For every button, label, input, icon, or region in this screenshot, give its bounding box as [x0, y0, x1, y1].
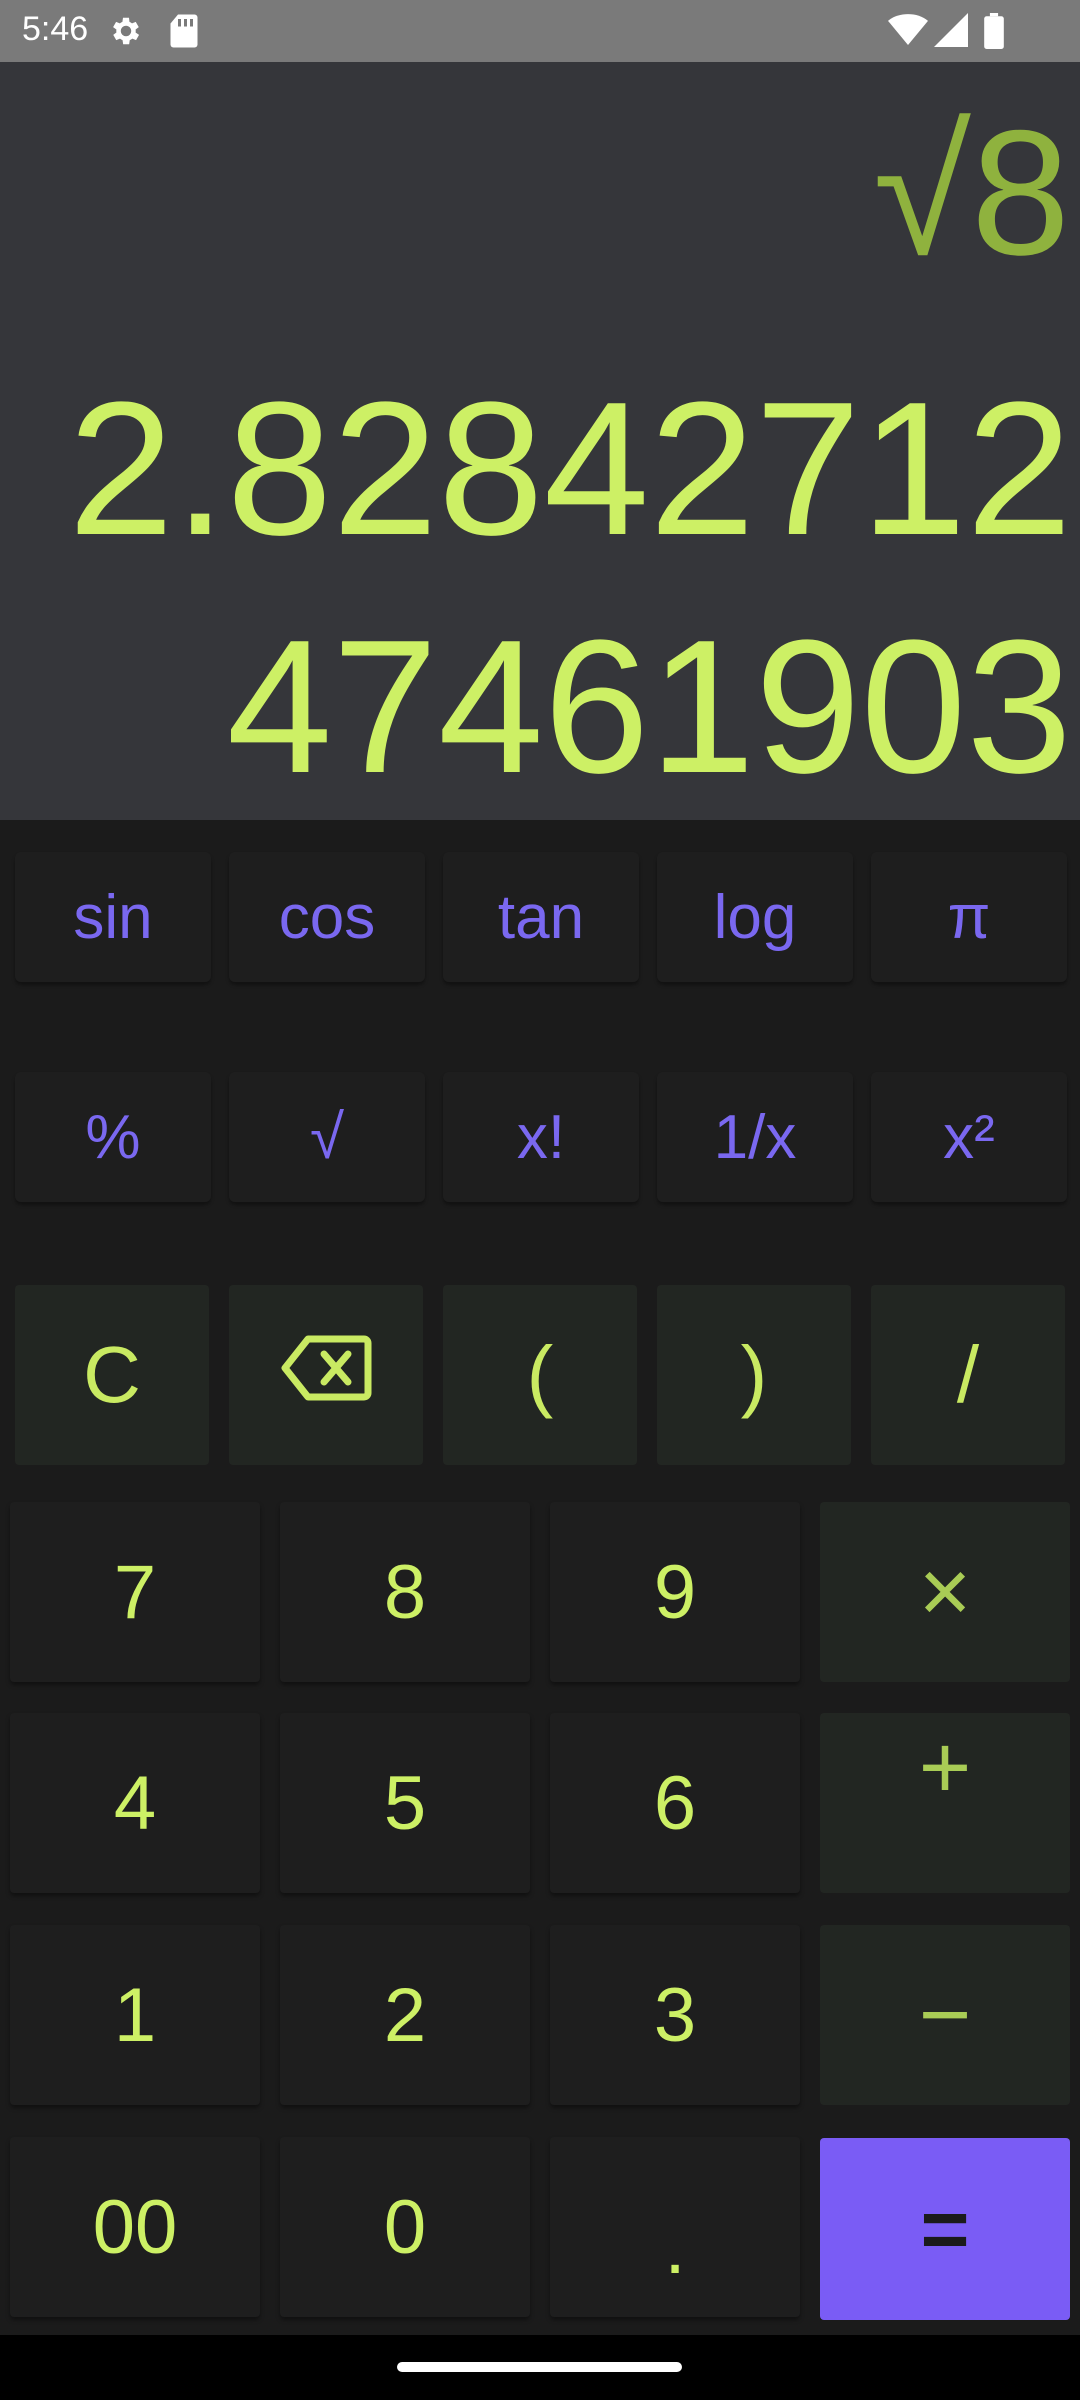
digit-1-button[interactable]: 1 — [10, 1925, 260, 2105]
subtract-button[interactable]: − — [820, 1925, 1070, 2105]
reciprocal-button[interactable]: 1/x — [657, 1072, 853, 1202]
calculator-display: √8 2.8284271247461903 — [0, 62, 1080, 820]
result-text: 2.8284271247461903 — [68, 363, 1072, 813]
cell-signal-icon — [934, 13, 968, 52]
cos-button[interactable]: cos — [229, 852, 425, 982]
close-paren-button[interactable]: ) — [657, 1285, 851, 1465]
wifi-icon — [888, 13, 928, 52]
square-button[interactable]: x² — [871, 1072, 1067, 1202]
sin-button[interactable]: sin — [15, 852, 211, 982]
expression-text: √8 — [873, 93, 1070, 292]
home-gesture-handle[interactable] — [397, 2362, 682, 2372]
status-time: 5:46 — [22, 10, 89, 48]
clear-button[interactable]: C — [15, 1285, 209, 1465]
digit-8-button[interactable]: 8 — [280, 1502, 530, 1682]
pi-button[interactable]: π — [871, 852, 1067, 982]
tan-button[interactable]: tan — [443, 852, 639, 982]
add-button[interactable]: + — [820, 1713, 1070, 1893]
equals-button[interactable]: = — [820, 2138, 1070, 2320]
digit-7-button[interactable]: 7 — [10, 1502, 260, 1682]
add-label: + — [918, 1718, 972, 1818]
multiply-button[interactable]: × — [820, 1502, 1070, 1682]
battery-icon — [984, 13, 1004, 54]
decimal-point-label: . — [664, 2204, 686, 2290]
digit-3-button[interactable]: 3 — [550, 1925, 800, 2105]
status-bar: 5:46 — [0, 0, 1080, 62]
decimal-point-button[interactable]: . — [550, 2137, 800, 2317]
factorial-button[interactable]: x! — [443, 1072, 639, 1202]
digit-4-button[interactable]: 4 — [10, 1713, 260, 1893]
double-zero-button[interactable]: 00 — [10, 2137, 260, 2317]
gear-icon — [108, 13, 144, 54]
sqrt-button[interactable]: √ — [229, 1072, 425, 1202]
digit-6-button[interactable]: 6 — [550, 1713, 800, 1893]
backspace-icon — [280, 1329, 372, 1421]
digit-2-button[interactable]: 2 — [280, 1925, 530, 2105]
log-button[interactable]: log — [657, 852, 853, 982]
sd-card-icon — [168, 13, 200, 54]
open-paren-button[interactable]: ( — [443, 1285, 637, 1465]
digit-9-button[interactable]: 9 — [550, 1502, 800, 1682]
keypad: sin cos tan log π % √ x! 1/x x² C ( ) / … — [0, 820, 1080, 2335]
divide-button[interactable]: / — [871, 1285, 1065, 1465]
percent-button[interactable]: % — [15, 1072, 211, 1202]
digit-0-button[interactable]: 0 — [280, 2137, 530, 2317]
backspace-button[interactable] — [229, 1285, 423, 1465]
digit-5-button[interactable]: 5 — [280, 1713, 530, 1893]
